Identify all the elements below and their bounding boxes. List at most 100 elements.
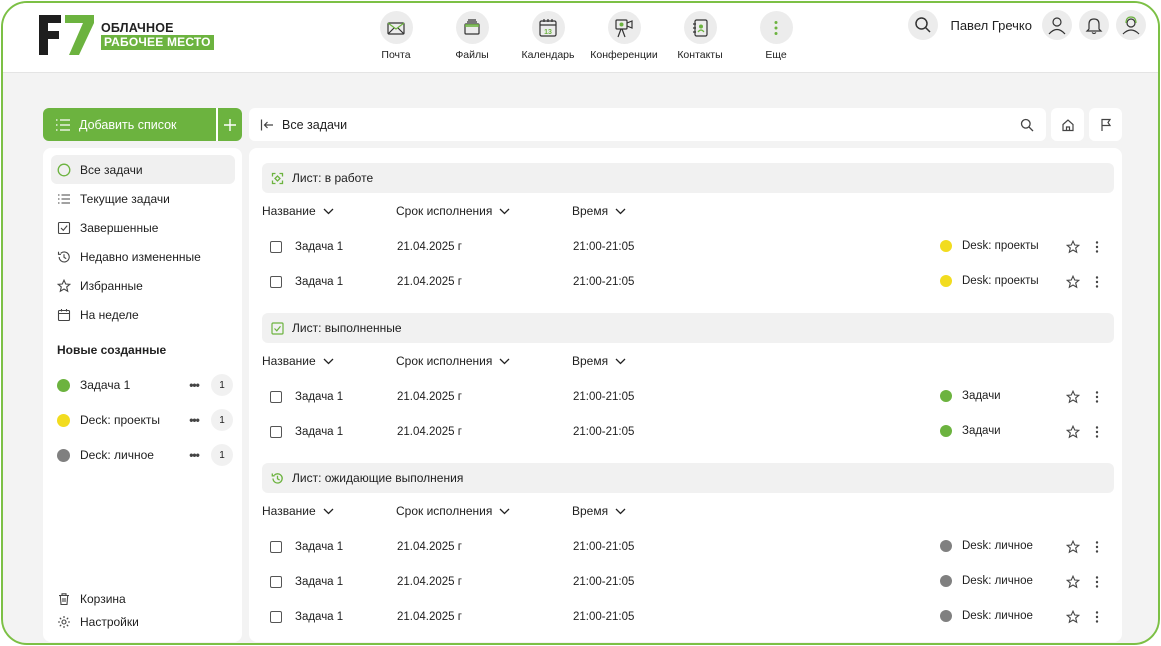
more-horizontal-icon[interactable]: •••	[187, 448, 201, 462]
column-header-time[interactable]: Время	[572, 504, 626, 518]
color-dot	[940, 240, 952, 252]
sidebar-item-favorites[interactable]: Избранные	[51, 271, 235, 300]
column-header-time[interactable]: Время	[572, 204, 626, 218]
group-title: Лист: ожидающие выполнения	[292, 471, 464, 485]
list-item-count: 1	[211, 374, 233, 396]
task-checkbox[interactable]	[270, 576, 282, 588]
more-vertical-icon[interactable]	[1095, 575, 1099, 589]
column-header-time[interactable]: Время	[572, 354, 626, 368]
task-checkbox[interactable]	[270, 426, 282, 438]
task-name[interactable]: Задача 1	[295, 276, 343, 288]
list-item-count: 1	[211, 444, 233, 466]
files-icon	[455, 11, 489, 44]
column-header-due[interactable]: Срок исполнения	[396, 504, 510, 518]
add-plus-button[interactable]	[216, 108, 242, 141]
chevron-down-icon	[615, 208, 626, 214]
flag-icon	[1100, 118, 1111, 131]
search-icon[interactable]	[1020, 118, 1034, 132]
sidebar-item-recently-changed[interactable]: Недавно измененные	[51, 242, 235, 271]
star-icon[interactable]	[1066, 390, 1080, 404]
task-checkbox[interactable]	[270, 611, 282, 623]
group-header-in-progress[interactable]: Лист: в работе	[262, 163, 1114, 193]
star-icon[interactable]	[1066, 575, 1080, 589]
sidebar-item-completed[interactable]: Завершенные	[51, 213, 235, 242]
task-name[interactable]: Задача 1	[295, 576, 343, 588]
group-header-completed[interactable]: Лист: выполненные	[262, 313, 1114, 343]
group-header-pending[interactable]: Лист: ожидающие выполнения	[262, 463, 1114, 493]
add-list-button[interactable]: Добавить список	[43, 108, 216, 141]
bell-icon[interactable]	[1079, 10, 1109, 40]
trash-button[interactable]: Корзина	[57, 592, 126, 606]
chevron-down-icon	[323, 508, 334, 514]
list-item-label[interactable]: Deck: проекты	[80, 413, 187, 427]
column-header-name[interactable]: Название	[262, 204, 334, 218]
list-item-label[interactable]: Задача 1	[80, 378, 187, 392]
nav-item-contacts[interactable]: Контакты	[662, 11, 738, 61]
more-vertical-icon[interactable]	[1095, 610, 1099, 624]
settings-button[interactable]: Настройки	[57, 615, 139, 629]
task-date: 21.04.2025 г	[397, 611, 462, 623]
nav-item-calendar[interactable]: 13 Календарь	[510, 11, 586, 61]
logo[interactable]: ОБЛАЧНОЕ РАБОЧЕЕ МЕСТО	[37, 15, 214, 55]
more-vertical-icon[interactable]	[1095, 425, 1099, 439]
task-name[interactable]: Задача 1	[295, 611, 343, 623]
color-dot	[940, 275, 952, 287]
task-checkbox[interactable]	[270, 241, 282, 253]
task-checkbox[interactable]	[270, 391, 282, 403]
more-horizontal-icon[interactable]: •••	[187, 378, 201, 392]
list-item: Задача 1 ••• 1	[57, 373, 233, 397]
star-icon[interactable]	[1066, 540, 1080, 554]
more-vertical-icon[interactable]	[1095, 275, 1099, 289]
more-vertical-icon[interactable]	[1095, 390, 1099, 404]
sidebar-item-all-tasks[interactable]: Все задачи	[51, 155, 235, 184]
flag-button[interactable]	[1089, 108, 1122, 141]
task-name[interactable]: Задача 1	[295, 391, 343, 403]
task-date: 21.04.2025 г	[397, 576, 462, 588]
more-vertical-icon[interactable]	[1095, 240, 1099, 254]
more-vertical-icon[interactable]	[1095, 540, 1099, 554]
star-icon[interactable]	[1066, 275, 1080, 289]
nav-item-conferences[interactable]: Конференции	[586, 11, 662, 61]
task-checkbox[interactable]	[270, 541, 282, 553]
column-header-due[interactable]: Срок исполнения	[396, 354, 510, 368]
task-tag: Задачи	[940, 425, 1001, 437]
search-icon[interactable]	[908, 10, 939, 40]
support-agent-icon[interactable]	[1116, 10, 1146, 40]
column-label: Срок исполнения	[396, 204, 493, 218]
add-list-label: Добавить список	[79, 117, 177, 132]
column-label: Название	[262, 204, 316, 218]
star-icon[interactable]	[1066, 240, 1080, 254]
sidebar-item-current-tasks[interactable]: Текущие задачи	[51, 184, 235, 213]
task-time: 21:00-21:05	[573, 541, 635, 553]
nav-item-mail[interactable]: Почта	[358, 11, 434, 61]
task-checkbox[interactable]	[270, 276, 282, 288]
list-item-label[interactable]: Deck: личное	[80, 448, 187, 462]
user-name[interactable]: Павел Гречко	[950, 18, 1032, 33]
collapse-sidebar-icon[interactable]	[260, 118, 274, 132]
tag-label: Desk: личное	[962, 540, 1033, 552]
task-name[interactable]: Задача 1	[295, 241, 343, 253]
column-header-name[interactable]: Название	[262, 504, 334, 518]
star-icon[interactable]	[1066, 610, 1080, 624]
task-tag: Задачи	[940, 390, 1001, 402]
sidebar-item-this-week[interactable]: На неделе	[51, 300, 235, 329]
chevron-down-icon	[615, 358, 626, 364]
home-button[interactable]	[1051, 108, 1084, 141]
more-horizontal-icon[interactable]: •••	[187, 413, 201, 427]
task-name[interactable]: Задача 1	[295, 426, 343, 438]
column-label: Срок исполнения	[396, 504, 493, 518]
nav-label-more: Еще	[765, 49, 787, 61]
column-header-name[interactable]: Название	[262, 354, 334, 368]
star-icon	[57, 278, 71, 293]
add-list-button-group: Добавить список	[43, 108, 242, 141]
sidebar-item-label: Недавно измененные	[80, 249, 201, 264]
task-name[interactable]: Задача 1	[295, 541, 343, 553]
task-date: 21.04.2025 г	[397, 541, 462, 553]
contacts-icon	[683, 11, 717, 44]
color-dot	[940, 540, 952, 552]
column-header-due[interactable]: Срок исполнения	[396, 204, 510, 218]
nav-item-more[interactable]: Еще	[738, 11, 814, 61]
nav-item-files[interactable]: Файлы	[434, 11, 510, 61]
star-icon[interactable]	[1066, 425, 1080, 439]
user-avatar-icon[interactable]	[1042, 10, 1072, 40]
